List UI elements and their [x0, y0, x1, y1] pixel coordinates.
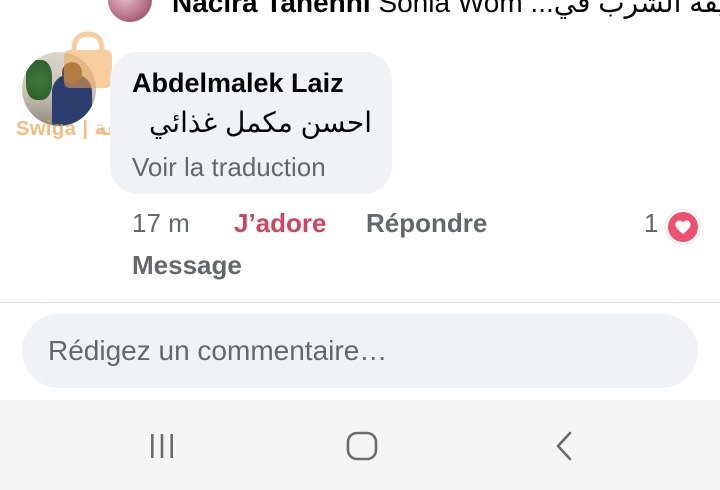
see-translation-link[interactable]: Voir la traduction: [132, 152, 326, 183]
heart-icon[interactable]: [666, 210, 700, 244]
recent-apps-icon[interactable]: [132, 428, 192, 464]
divider: [0, 302, 720, 303]
avatar-plant: [26, 60, 52, 100]
like-button[interactable]: J’adore: [234, 208, 327, 239]
comment-composer[interactable]: [22, 314, 698, 388]
previous-reply-text: Nacira Tahenni Sonia Wom ...طريقة الشرب …: [172, 0, 720, 19]
comment-input[interactable]: [46, 334, 670, 368]
reply-button[interactable]: Répondre: [366, 208, 487, 239]
comment-actions: 17 m J’adore Répondre 1: [0, 208, 720, 244]
previous-reply-snippet: Sonia Wom ...طريقة الشرب في: [378, 0, 720, 18]
reaction-count[interactable]: 1: [644, 208, 658, 239]
back-icon[interactable]: [534, 428, 594, 464]
comment-text: احسن مكمل غذائي: [148, 107, 372, 138]
system-navigation-bar: [0, 400, 720, 490]
comment-author[interactable]: Abdelmalek Laiz: [132, 68, 344, 99]
message-button[interactable]: Message: [132, 250, 242, 281]
heart-glyph-icon: [675, 220, 691, 235]
comment-timestamp: 17 m: [132, 208, 190, 238]
home-icon[interactable]: [332, 428, 392, 464]
previous-reply-author[interactable]: Nacira Tahenni: [172, 0, 371, 18]
avatar[interactable]: [108, 0, 152, 22]
previous-reply-preview[interactable]: Nacira Tahenni Sonia Wom ...طريقة الشرب …: [0, 0, 720, 24]
